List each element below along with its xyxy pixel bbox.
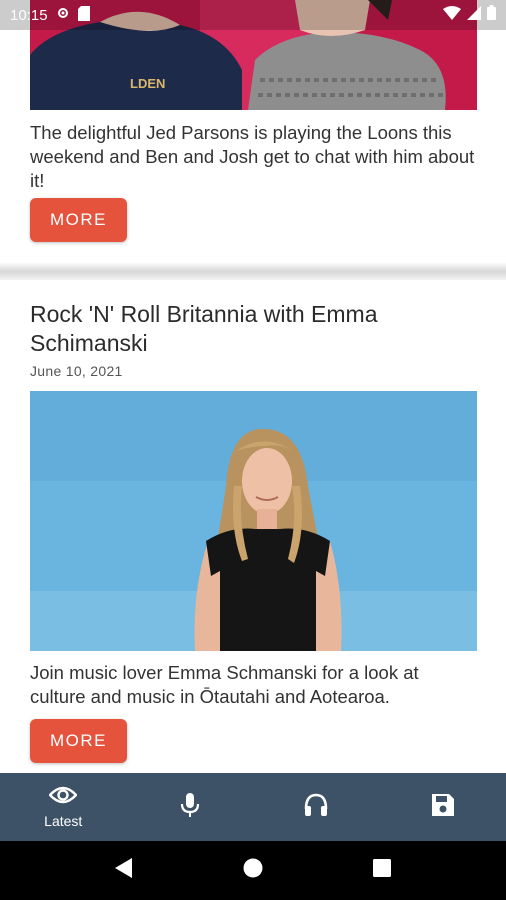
article-card: Rock 'N' Roll Britannia with Emma Schima… (0, 280, 506, 773)
headphones-icon (303, 793, 329, 822)
recents-icon[interactable] (372, 858, 392, 883)
article-excerpt: Join music lover Emma Schmanski for a lo… (30, 662, 419, 707)
wifi-icon (443, 5, 461, 25)
article-excerpt: The delightful Jed Parsons is playing th… (30, 122, 475, 191)
article-date: June 10, 2021 (30, 363, 123, 379)
status-bar: 10:15 (0, 0, 506, 30)
article-title[interactable]: Rock 'N' Roll Britannia with Emma Schima… (30, 300, 477, 358)
bottom-navigation: Latest (0, 773, 506, 841)
eye-icon (48, 785, 78, 810)
more-button[interactable]: MORE (30, 198, 127, 242)
nav-headphones[interactable] (253, 773, 380, 841)
card-divider (0, 262, 506, 280)
microphone-icon (180, 792, 200, 823)
more-button[interactable]: MORE (30, 719, 127, 763)
nav-latest[interactable]: Latest (0, 773, 127, 841)
system-navigation-bar (0, 841, 506, 900)
settings-icon (56, 6, 70, 24)
signal-icon (467, 5, 481, 25)
svg-text:LDEN: LDEN (130, 76, 165, 91)
sd-card-icon (77, 5, 90, 25)
app-screen: LDEN The delightful Jed Parsons is playi… (0, 0, 506, 900)
nav-microphone[interactable] (127, 773, 254, 841)
home-icon[interactable] (242, 857, 264, 884)
article-card: LDEN The delightful Jed Parsons is playi… (0, 0, 506, 262)
nav-latest-label: Latest (44, 813, 83, 829)
battery-icon (487, 5, 496, 25)
back-icon[interactable] (114, 857, 134, 884)
article-feed[interactable]: LDEN The delightful Jed Parsons is playi… (0, 0, 506, 773)
status-time: 10:15 (10, 6, 48, 24)
nav-saved[interactable] (380, 773, 506, 841)
save-icon (431, 793, 455, 822)
article-image[interactable] (30, 391, 477, 651)
